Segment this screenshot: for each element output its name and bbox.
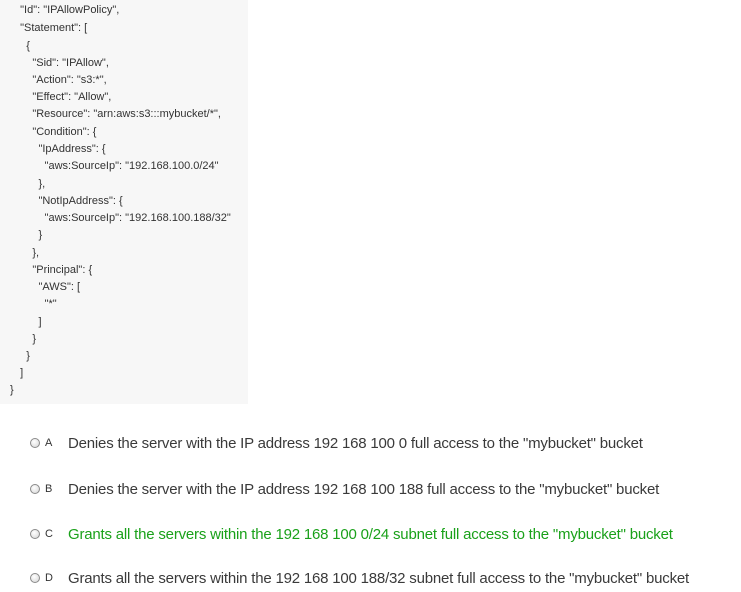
code-line: }, bbox=[14, 247, 40, 259]
code-line: "Effect": "Allow", bbox=[14, 91, 112, 103]
option-text[interactable]: Denies the server with the IP address 19… bbox=[68, 435, 643, 452]
code-line: "Condition": { bbox=[14, 126, 97, 138]
option-text[interactable]: Denies the server with the IP address 19… bbox=[68, 481, 659, 498]
code-line: "Id": "IPAllowPolicy", bbox=[14, 4, 120, 16]
option-letter: A bbox=[45, 437, 53, 449]
answer-option-b[interactable]: B Denies the server with the IP address … bbox=[30, 479, 659, 499]
code-line: "aws:SourceIp": "192.168.100.188/32" bbox=[14, 212, 231, 224]
answer-option-c[interactable]: C Grants all the servers within the 192 … bbox=[30, 524, 673, 544]
code-line: "Sid": "IPAllow", bbox=[14, 57, 109, 69]
code-line: "*" bbox=[14, 298, 57, 310]
code-line: "NotIpAddress": { bbox=[14, 195, 123, 207]
answer-option-d[interactable]: D Grants all the servers within the 192 … bbox=[30, 568, 689, 588]
code-line: } bbox=[10, 384, 14, 396]
option-text[interactable]: Grants all the servers within the 192 16… bbox=[68, 570, 689, 587]
radio-button-b[interactable] bbox=[30, 484, 40, 494]
code-line: "Statement": [ bbox=[14, 22, 88, 34]
code-line: "AWS": [ bbox=[14, 281, 81, 293]
answer-option-a[interactable]: A Denies the server with the IP address … bbox=[30, 433, 643, 453]
code-line: "Principal": { bbox=[14, 264, 93, 276]
option-letter: B bbox=[45, 483, 53, 495]
code-line: } bbox=[14, 229, 43, 241]
code-line: }, bbox=[14, 178, 46, 190]
code-line: { bbox=[14, 40, 30, 52]
code-line: } bbox=[14, 350, 30, 362]
policy-code-block: "Id": "IPAllowPolicy", "Statement": [ { … bbox=[0, 0, 248, 404]
code-line: "aws:SourceIp": "192.168.100.0/24" bbox=[14, 160, 219, 172]
code-line: ] bbox=[14, 316, 42, 328]
code-line: "Action": "s3:*", bbox=[14, 74, 107, 86]
code-line: "IpAddress": { bbox=[14, 143, 106, 155]
code-line: "Resource": "arn:aws:s3:::mybucket/*", bbox=[14, 108, 221, 120]
radio-button-c[interactable] bbox=[30, 529, 40, 539]
option-letter: D bbox=[45, 572, 53, 584]
code-line: ] bbox=[14, 367, 24, 379]
radio-button-d[interactable] bbox=[30, 573, 40, 583]
radio-button-a[interactable] bbox=[30, 438, 40, 448]
option-letter: C bbox=[45, 528, 53, 540]
code-line: } bbox=[14, 333, 37, 345]
option-text-correct[interactable]: Grants all the servers within the 192 16… bbox=[68, 526, 673, 543]
